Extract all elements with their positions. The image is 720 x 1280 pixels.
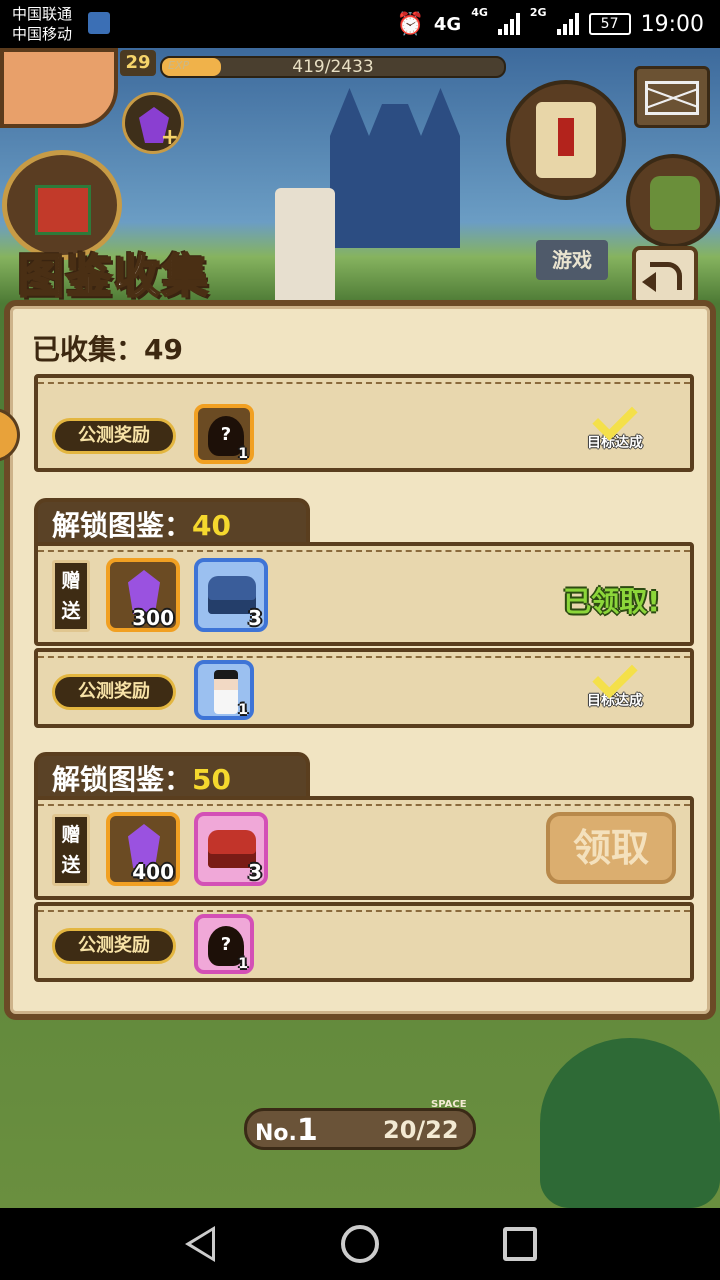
nav-recent-apps-icon[interactable]	[503, 1227, 537, 1261]
rank-number: No.1	[255, 1113, 318, 1148]
beta-reward-badge: 公测奖励	[52, 418, 176, 454]
character-icon	[214, 670, 238, 714]
space-label: SPACE	[431, 1099, 467, 1110]
windmill-illustration	[275, 188, 335, 308]
quest-scroll-button[interactable]	[506, 80, 626, 200]
item-quantity: 400	[132, 860, 174, 884]
beta-reward-badge: 公测奖励	[52, 928, 176, 964]
goal-achieved: 目标达成	[580, 395, 650, 452]
signal-icon	[497, 13, 520, 35]
gift-tag-char-1: 赠	[61, 824, 81, 846]
reward-item-gems[interactable]: 400	[106, 812, 180, 886]
status-icons: ⏰ 4G 4G 2G 57 19:00	[397, 0, 705, 48]
add-gems-button[interactable]: +	[122, 92, 184, 154]
navigation-bar	[0, 1208, 720, 1280]
nav-back-icon[interactable]	[185, 1226, 215, 1262]
reward-item-gems[interactable]: 300	[106, 558, 180, 632]
nav-home-icon[interactable]	[341, 1225, 379, 1263]
unlock-value: 50	[192, 763, 231, 796]
item-quantity: 300	[132, 606, 174, 630]
claimed-status: 已领取!	[563, 585, 660, 618]
gift-tag-char-2: 送	[61, 600, 81, 622]
unlock-tab: 解锁图鉴：50	[34, 752, 310, 802]
capacity-value: 20/22	[383, 1116, 459, 1144]
reward-item[interactable]: ? 1	[194, 404, 254, 464]
heart-monitor-icon	[88, 12, 110, 34]
player-level: 29	[120, 50, 156, 76]
reward-item[interactable]: ? 1	[194, 914, 254, 974]
castle-illustration	[330, 88, 460, 248]
backpack-icon	[650, 176, 700, 230]
item-quantity: 1	[238, 956, 248, 972]
collected-count: 已收集：49	[32, 328, 183, 368]
exp-text: 419/2433	[292, 57, 374, 77]
back-arrow-head-icon	[642, 272, 656, 292]
beta-reward-row: 公测奖励 1 目标达成	[34, 648, 694, 728]
item-quantity: 3	[248, 860, 262, 884]
carrier-info: 中国联通 中国移动	[12, 4, 72, 44]
network-type-1: 4G	[433, 13, 462, 35]
alert-mark-icon	[558, 118, 574, 156]
envelope-icon	[645, 81, 699, 115]
rank-value: 1	[296, 1113, 318, 1148]
battery-icon: 57	[588, 13, 631, 35]
gift-tag-char-2: 送	[61, 854, 81, 876]
gift-row: 赠 送 400 3 领取	[34, 796, 694, 900]
plus-icon: +	[160, 125, 179, 150]
exp-bar: EXP 419/2433	[160, 56, 506, 78]
collected-label: 已收集：	[32, 333, 145, 366]
status-bar: 中国联通 中国移动 ⏰ 4G 4G 2G 57 19:00	[0, 0, 720, 48]
item-quantity: 1	[238, 702, 248, 718]
gift-tag: 赠 送	[52, 560, 90, 632]
gift-tag-char-1: 赠	[61, 570, 81, 592]
item-quantity: 1	[238, 446, 248, 462]
back-button[interactable]	[632, 246, 698, 306]
gift-row: 赠 送 300 3 已领取!	[34, 542, 694, 646]
gift-box-icon	[35, 185, 91, 235]
beta-reward-row: 公测奖励 ? 1 目标达成	[34, 374, 694, 472]
mail-button[interactable]	[634, 66, 710, 128]
panel-title: 图鉴收集	[17, 248, 210, 304]
reward-item-chest[interactable]: 3	[194, 558, 268, 632]
reward-list[interactable]: 公测奖励 ? 1 目标达成 解锁图鉴：40 赠 送 300 3 已领取! 公测奖…	[26, 374, 702, 1004]
reward-item[interactable]: 1	[194, 660, 254, 720]
unlock-label: 解锁图鉴：	[52, 763, 193, 796]
beta-reward-row: 公测奖励 ? 1	[34, 902, 694, 982]
carrier-1: 中国联通	[12, 5, 73, 23]
game-tag[interactable]: 游戏	[536, 240, 608, 280]
beta-reward-badge: 公测奖励	[52, 674, 176, 710]
claim-button[interactable]: 领取	[546, 812, 676, 884]
network-type-2: 4G	[471, 6, 488, 19]
signal-icon-2	[556, 13, 579, 35]
goal-achieved-label: 目标达成	[587, 435, 643, 451]
network-type-3: 2G	[529, 6, 547, 19]
carrier-2: 中国移动	[12, 25, 73, 43]
player-avatar[interactable]	[0, 48, 118, 128]
item-quantity: 3	[248, 606, 262, 630]
collected-value: 49	[144, 333, 183, 366]
goal-achieved: 目标达成	[580, 653, 650, 710]
alarm-icon: ⏰	[396, 11, 424, 37]
reward-item-chest[interactable]: 3	[194, 812, 268, 886]
tree-illustration	[540, 1038, 720, 1208]
clock: 19:00	[640, 11, 704, 37]
unlock-label: 解锁图鉴：	[52, 509, 193, 542]
backpack-button[interactable]	[626, 154, 720, 248]
unlock-tab: 解锁图鉴：40	[34, 498, 310, 548]
collection-panel: 已收集：49 公测奖励 ? 1 目标达成 解锁图鉴：40 赠 送 300 3 已…	[4, 300, 716, 1020]
gift-tag: 赠 送	[52, 814, 90, 886]
rank-label: No.	[255, 1121, 297, 1146]
unlock-value: 40	[192, 509, 231, 542]
goal-achieved-label: 目标达成	[587, 693, 643, 709]
storage-capacity[interactable]: No.1 SPACE 20/22	[244, 1099, 476, 1150]
